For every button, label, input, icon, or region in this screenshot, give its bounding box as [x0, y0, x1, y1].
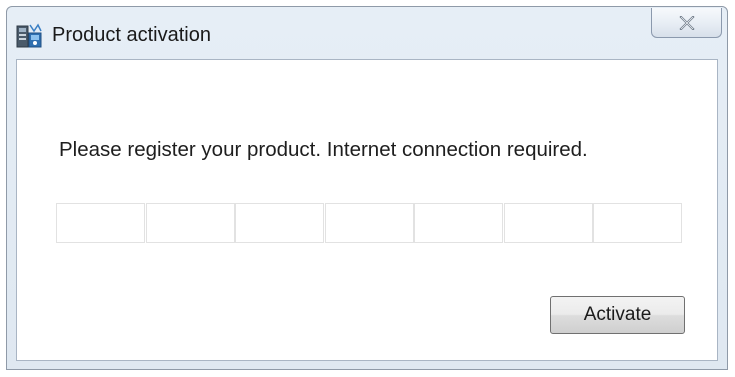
dialog-content: Please register your product. Internet c… [16, 59, 718, 361]
activate-button[interactable]: Activate [550, 296, 685, 334]
product-key-fields [56, 203, 682, 243]
app-icon [16, 23, 42, 48]
window-title: Product activation [52, 24, 211, 46]
key-field-2[interactable] [145, 203, 235, 243]
key-field-3[interactable] [235, 203, 324, 243]
product-activation-window: Product activation Please register your … [6, 6, 728, 370]
close-x-icon [678, 15, 695, 30]
key-field-1[interactable] [56, 203, 145, 243]
registration-prompt: Please register your product. Internet c… [59, 138, 588, 161]
close-button[interactable] [651, 8, 722, 38]
key-field-5[interactable] [414, 203, 503, 243]
key-field-7[interactable] [593, 203, 682, 243]
key-field-4[interactable] [324, 203, 414, 243]
title-bar[interactable]: Product activation [7, 7, 727, 59]
key-field-6[interactable] [503, 203, 593, 243]
